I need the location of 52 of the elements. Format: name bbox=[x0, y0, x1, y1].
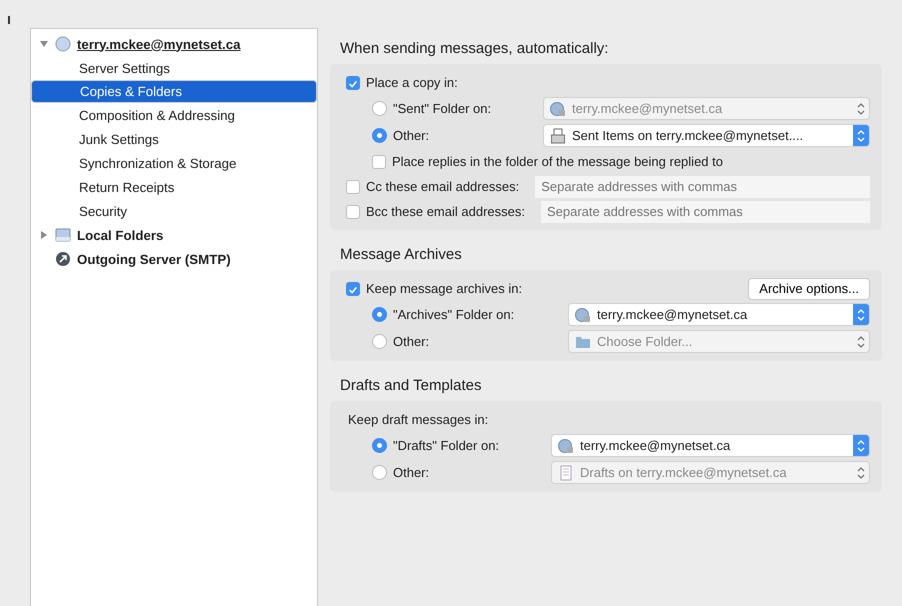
radio-label: "Archives" Folder on: bbox=[393, 307, 516, 322]
stepper-icon bbox=[853, 304, 869, 325]
checkbox-square[interactable] bbox=[372, 154, 386, 168]
radio-button[interactable] bbox=[372, 334, 387, 349]
checkbox-square[interactable] bbox=[346, 76, 360, 90]
computer-icon bbox=[55, 227, 71, 243]
section-title: Drafts and Templates bbox=[340, 377, 482, 394]
checkbox-label: Place a copy in: bbox=[366, 75, 458, 90]
checkbox-square[interactable] bbox=[346, 204, 360, 218]
globe-lock-icon bbox=[550, 100, 566, 116]
email-addresses-field[interactable]: Separate addresses with commas bbox=[540, 200, 870, 222]
radio-button[interactable] bbox=[372, 101, 387, 116]
globe-icon bbox=[55, 36, 71, 52]
folder-select[interactable]: terry.mckee@mynetset.ca bbox=[551, 434, 870, 457]
disclosure-triangle-icon[interactable] bbox=[39, 230, 49, 240]
notepad-icon bbox=[558, 464, 574, 480]
tree-item[interactable]: Outgoing Server (SMTP) bbox=[31, 247, 317, 271]
archive-options-button[interactable]: Archive options... bbox=[748, 278, 870, 300]
tree-item[interactable]: Copies & Folders bbox=[31, 80, 317, 103]
disclosure-triangle-icon[interactable] bbox=[39, 39, 49, 49]
tree-item[interactable]: Server Settings bbox=[31, 56, 317, 80]
label-text: Keep draft messages in: bbox=[347, 412, 488, 427]
radio-button[interactable] bbox=[372, 128, 387, 143]
tree-item[interactable]: Composition & Addressing bbox=[31, 103, 317, 127]
tree-item[interactable]: Return Receipts bbox=[31, 175, 317, 199]
radio-button[interactable] bbox=[372, 307, 387, 322]
folder-select[interactable]: Sent Items on terry.mckee@mynetset.... bbox=[543, 124, 870, 147]
send-icon bbox=[55, 251, 71, 267]
globe-lock-icon bbox=[575, 306, 591, 322]
folder-select[interactable]: terry.mckee@mynetset.ca bbox=[568, 303, 870, 326]
tree-item[interactable]: Local Folders bbox=[31, 223, 317, 247]
checkbox-square[interactable] bbox=[346, 180, 360, 194]
radio-button[interactable] bbox=[372, 438, 387, 453]
globe-lock-icon bbox=[558, 438, 574, 454]
email-addresses-field[interactable]: Separate addresses with commas bbox=[535, 176, 870, 198]
radio-button[interactable] bbox=[372, 465, 387, 480]
checkbox-square[interactable] bbox=[346, 282, 360, 296]
stepper-icon bbox=[853, 435, 869, 456]
radio-label: Other: bbox=[393, 465, 430, 480]
section-title: When sending messages, automatically: bbox=[340, 40, 610, 57]
tree-item[interactable]: terry.mckee@mynetset.ca bbox=[31, 32, 317, 56]
radio-label: "Drafts" Folder on: bbox=[393, 438, 500, 453]
checkbox[interactable]: Place a copy in: bbox=[346, 75, 458, 90]
tree-item[interactable]: Security bbox=[31, 199, 317, 223]
radio-label: Other: bbox=[393, 334, 430, 349]
radio-label: Other: bbox=[393, 128, 430, 143]
tree-item[interactable]: Junk Settings bbox=[31, 127, 317, 151]
radio-label: "Sent" Folder on: bbox=[393, 101, 492, 116]
stepper-icon bbox=[853, 125, 869, 146]
printer-icon bbox=[550, 128, 566, 144]
section-title: Message Archives bbox=[340, 246, 463, 263]
tree-item[interactable]: Synchronization & Storage bbox=[31, 151, 317, 175]
